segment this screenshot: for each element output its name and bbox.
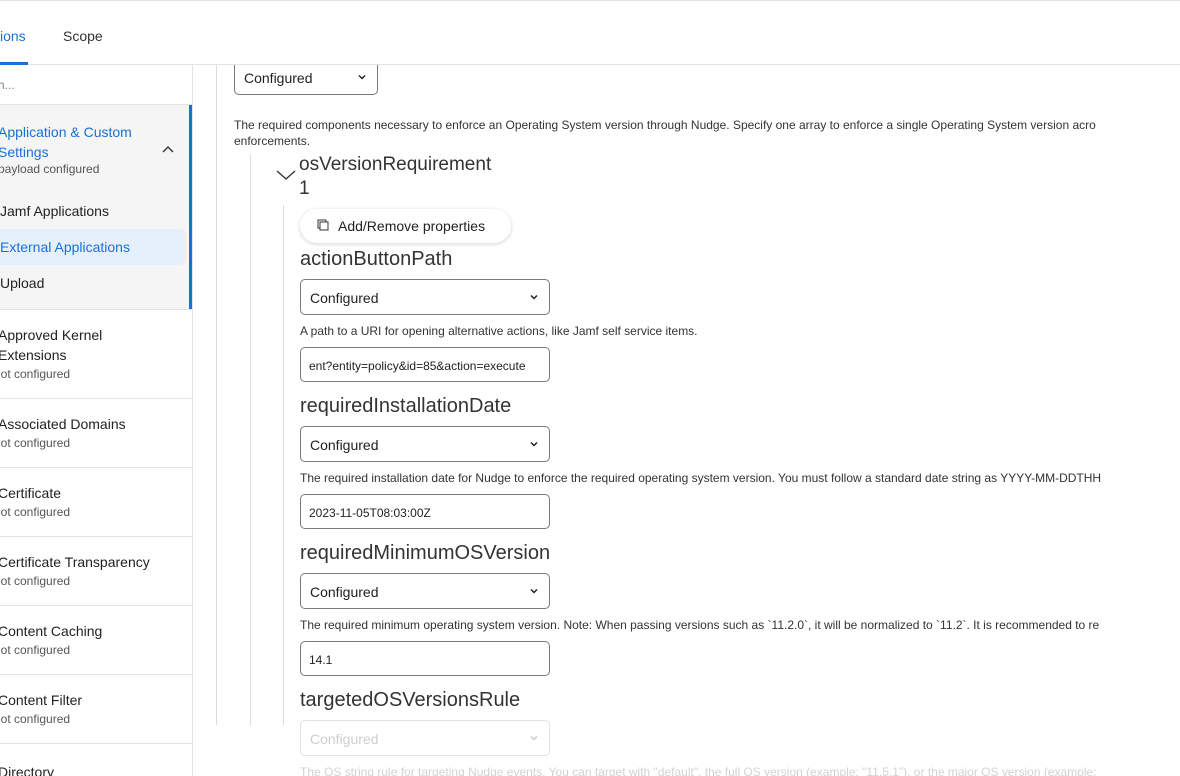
- property-heading-action-button-path: actionButtonPath: [300, 248, 453, 270]
- required-installation-date-input[interactable]: 2023-11-05T08:03:00Z: [300, 494, 550, 529]
- action-button-path-select[interactable]: Configured: [300, 279, 550, 315]
- sidebar-group-title: Application & Custom Settings: [0, 124, 132, 160]
- action-button-path-input[interactable]: ent?entity=policy&id=85&action=execute: [300, 347, 550, 382]
- section-title: osVersionRequirement: [299, 154, 492, 175]
- property-heading-required-minimum-os-version: requiredMinimumOSVersion: [300, 542, 551, 564]
- sidebar-item-status: lot configured: [0, 643, 71, 657]
- properties-tree-line: [283, 205, 284, 725]
- sidebar-item-status: lot configured: [0, 367, 71, 381]
- required-minimum-os-version-description: The required minimum operating system ve…: [300, 618, 1100, 632]
- payload-description-line2: enforcements.: [234, 134, 311, 148]
- chevron-down-icon: [530, 294, 538, 300]
- sidebar-subitem-upload[interactable]: Upload: [0, 265, 186, 301]
- select-value: Configured: [310, 290, 379, 306]
- sidebar-item-title: Content Filter: [0, 692, 83, 708]
- property-heading-targeted-os-versions-rule: targetedOSVersionsRule: [300, 689, 521, 711]
- sidebar-item-directory[interactable]: Directory: [0, 743, 192, 776]
- chevron-down-icon: [530, 441, 538, 447]
- input-value: 2023-11-05T08:03:00Z: [309, 506, 431, 520]
- payload-description-line1: The required components necessary to enf…: [234, 118, 1096, 132]
- chevron-down-icon: [530, 588, 538, 594]
- payload-config-select[interactable]: Configured: [234, 65, 378, 95]
- add-remove-properties-button[interactable]: Add/Remove properties: [300, 209, 511, 243]
- tab-configurations[interactable]: ions: [0, 28, 26, 44]
- select-value: Configured: [310, 731, 379, 747]
- targeted-os-versions-rule-description: The OS string rule for targeting Nudge e…: [300, 765, 1097, 776]
- tab-scope[interactable]: Scope: [63, 28, 103, 44]
- input-value: ent?entity=policy&id=85&action=execute: [309, 359, 526, 373]
- sidebar-item-title: Certificate Transparency: [0, 554, 150, 570]
- sidebar-group-application-custom-settings[interactable]: Application & Custom Settings payload co…: [0, 105, 192, 309]
- search-placeholder: h...: [0, 78, 15, 92]
- required-minimum-os-version-input[interactable]: 14.1: [300, 641, 550, 676]
- select-value: Configured: [310, 437, 379, 453]
- payload-editor: Configured The required components neces…: [193, 65, 1180, 776]
- sidebar-item-status: lot configured: [0, 436, 71, 450]
- sidebar-item-title: Directory: [0, 764, 55, 776]
- subitem-label: External Applications: [0, 239, 130, 255]
- subitem-label: Jamf Applications: [0, 203, 109, 219]
- sidebar-item-title: Associated Domains: [0, 416, 126, 432]
- top-tab-bar: ions Scope: [0, 0, 1180, 65]
- section-tree-line: [250, 155, 251, 725]
- sidebar-item-status: lot configured: [0, 574, 71, 588]
- sidebar-item-certificate[interactable]: Certificate lot configured: [0, 467, 192, 536]
- sidebar-item-content-filter[interactable]: Content Filter lot configured: [0, 674, 192, 743]
- sidebar-item-associated-domains[interactable]: Associated Domains lot configured: [0, 398, 192, 467]
- sidebar-group-status: payload configured: [0, 162, 100, 176]
- copy-icon: [317, 219, 329, 231]
- chevron-up-icon[interactable]: [160, 141, 176, 157]
- sidebar-item-title: Approved Kernel Extensions: [0, 327, 103, 363]
- property-heading-required-installation-date: requiredInstallationDate: [300, 395, 512, 417]
- chevron-down-icon: [358, 74, 366, 80]
- required-minimum-os-version-select[interactable]: Configured: [300, 573, 550, 609]
- required-installation-date-description: The required installation date for Nudge…: [300, 471, 1102, 485]
- sidebar-item-title: Content Caching: [0, 623, 103, 639]
- chevron-down-icon[interactable]: [276, 168, 296, 182]
- outer-tree-line: [216, 65, 217, 725]
- input-value: 14.1: [309, 653, 333, 667]
- targeted-os-versions-rule-select[interactable]: Configured: [300, 720, 550, 756]
- sidebar-subitem-external-applications[interactable]: External Applications: [0, 229, 186, 265]
- sidebar-item-approved-kernel-extensions[interactable]: Approved Kernel Extensions lot configure…: [0, 309, 192, 398]
- section-index: 1: [299, 178, 310, 199]
- required-installation-date-select[interactable]: Configured: [300, 426, 550, 462]
- subitem-label: Upload: [0, 275, 45, 291]
- sidebar-subitem-jamf-applications[interactable]: Jamf Applications: [0, 193, 186, 229]
- action-button-path-description: A path to a URI for opening alternative …: [300, 324, 698, 338]
- sidebar-item-content-caching[interactable]: Content Caching lot configured: [0, 605, 192, 674]
- sidebar-item-title: Certificate: [0, 485, 62, 501]
- payload-sidebar: h... Application & Custom Settings paylo…: [0, 65, 193, 776]
- sidebar-item-certificate-transparency[interactable]: Certificate Transparency lot configured: [0, 536, 192, 605]
- select-value: Configured: [244, 70, 313, 86]
- select-value: Configured: [310, 584, 379, 600]
- chevron-down-icon: [530, 735, 538, 741]
- sidebar-item-status: lot configured: [0, 505, 71, 519]
- sidebar-item-status: lot configured: [0, 712, 71, 726]
- add-remove-properties-label: Add/Remove properties: [338, 218, 486, 234]
- payload-search-input[interactable]: h...: [0, 65, 192, 105]
